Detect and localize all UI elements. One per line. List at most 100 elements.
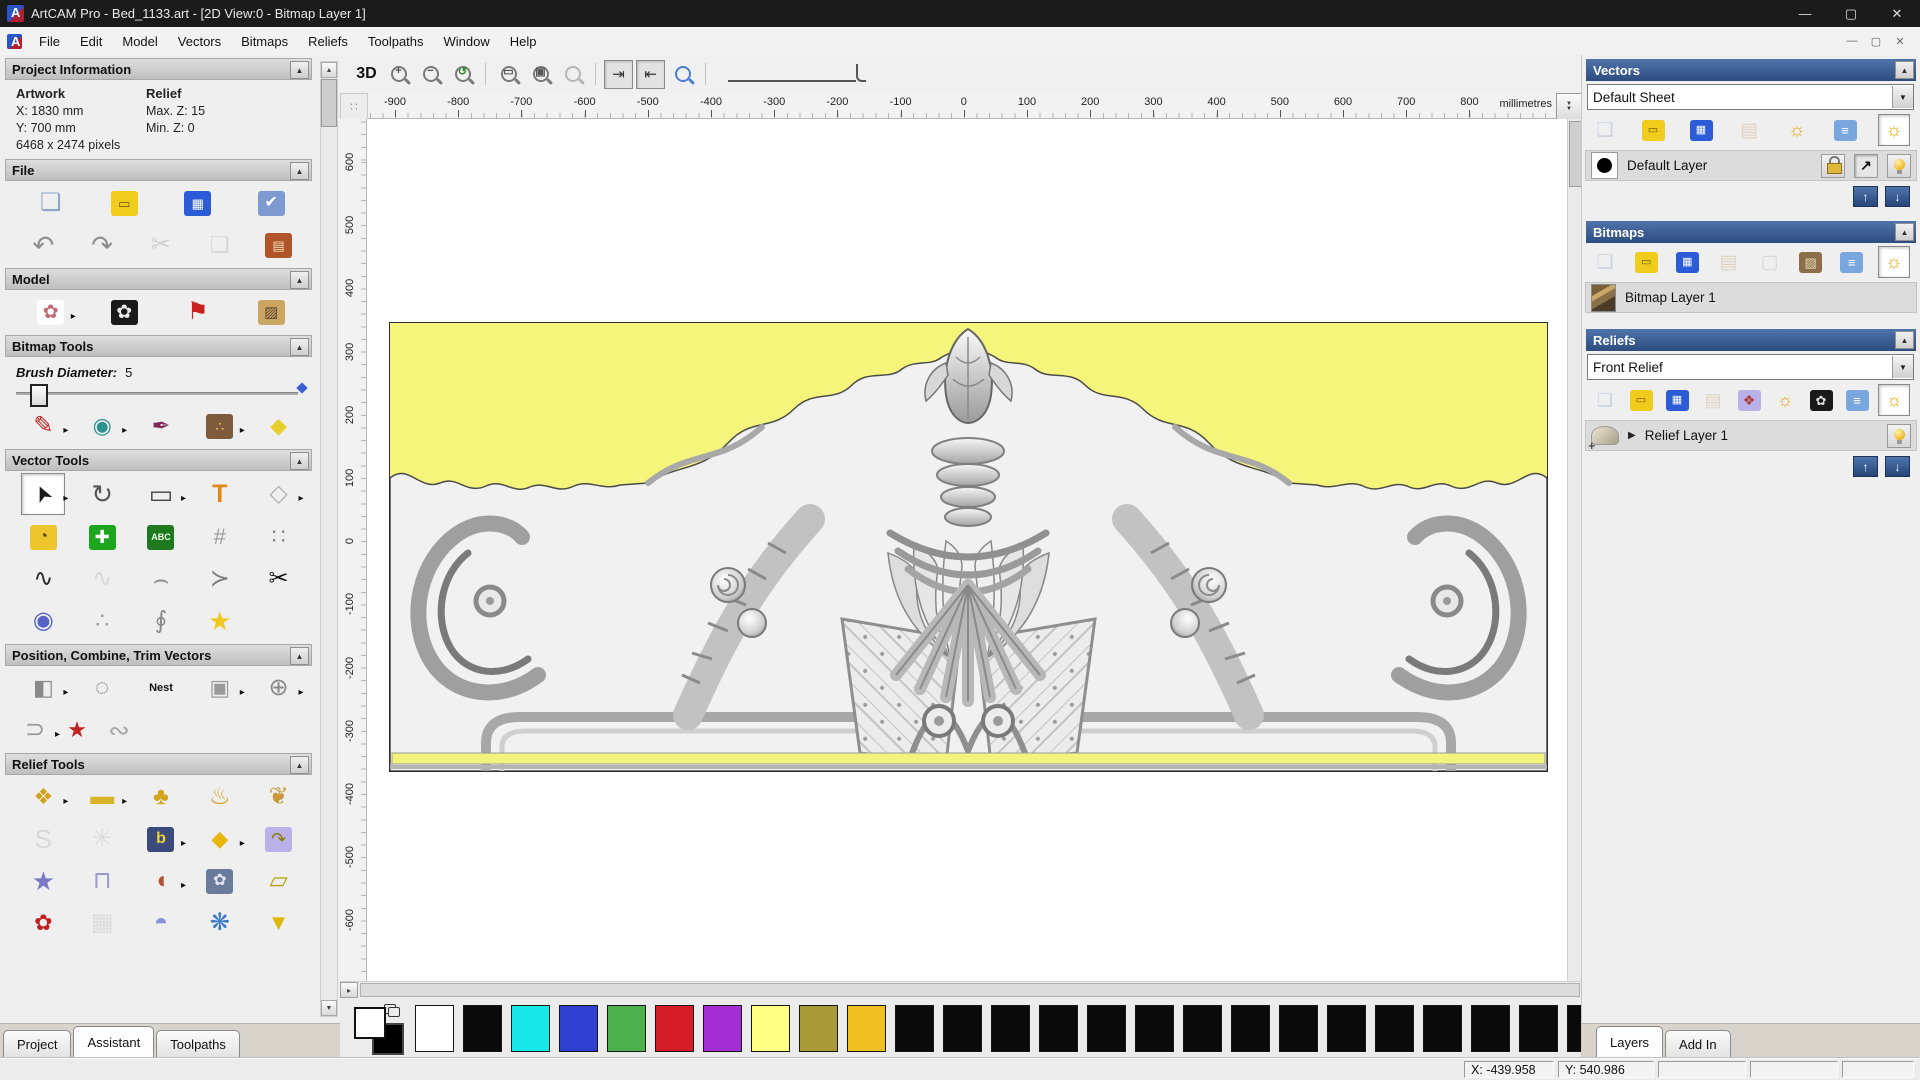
collapse-section-button[interactable] [290, 756, 309, 774]
open-model-icon[interactable]: ▭ [103, 183, 145, 223]
palette-swatch[interactable] [895, 1004, 934, 1052]
star-relief-icon[interactable]: ★ [22, 861, 64, 901]
wrap-vectors-icon[interactable]: # [199, 517, 241, 557]
menu-bitmaps[interactable]: Bitmaps [231, 27, 298, 55]
group-vectors-icon[interactable]: ▣ [199, 668, 241, 708]
layer-visibility-icon[interactable]: ☼ [1782, 115, 1812, 145]
palette-swatch[interactable] [1087, 1004, 1126, 1052]
create-polyline-icon[interactable]: ∿ [22, 559, 64, 599]
palette-swatch[interactable] [1471, 1004, 1510, 1052]
scrollbar-thumb[interactable] [360, 983, 1580, 997]
move-layer-down-icon[interactable] [1885, 186, 1910, 207]
palette-swatch[interactable] [847, 1004, 886, 1052]
mdi-close-icon[interactable] [1888, 31, 1912, 51]
join-vectors-icon[interactable]: ⊃ [14, 710, 56, 750]
toggle-3d-view-button[interactable]: 3D [352, 60, 381, 89]
menu-model[interactable]: Model [112, 27, 167, 55]
delete-layer-icon[interactable]: ≡ [1830, 115, 1860, 145]
menu-file[interactable]: File [29, 27, 70, 55]
collapse-section-button[interactable] [1895, 223, 1914, 241]
assistant-scrollbar[interactable] [320, 61, 338, 1017]
open-bitmap-layer-icon[interactable]: ▭ [1631, 247, 1661, 277]
palette-swatch[interactable] [1327, 1004, 1366, 1052]
relief-from-image-icon[interactable]: ✿ [30, 292, 72, 332]
move-layer-down-icon[interactable] [1885, 456, 1910, 477]
palette-swatch[interactable] [1039, 1004, 1078, 1052]
interlock-spiral-icon[interactable]: ∾ [98, 710, 140, 750]
tab-toolpaths[interactable]: Toolpaths [156, 1030, 240, 1058]
tab-assistant[interactable]: Assistant [73, 1026, 155, 1058]
close-button[interactable]: ✕ [1874, 0, 1920, 27]
zoom-object-icon[interactable] [558, 60, 587, 89]
chevron-down-icon[interactable] [1892, 356, 1913, 378]
collapse-section-button[interactable] [290, 647, 309, 665]
create-text-icon[interactable]: T [199, 474, 241, 514]
envelope-distort-icon[interactable]: ◇ [258, 474, 300, 514]
open-relief-layer-icon[interactable]: ▭ [1626, 385, 1656, 415]
palette-swatch[interactable] [559, 1004, 598, 1052]
scroll-up-icon[interactable] [321, 62, 337, 78]
drawing-canvas[interactable] [367, 119, 1567, 981]
arc-tool-icon[interactable]: ≻ [199, 559, 241, 599]
relief-library-icon[interactable]: b [140, 819, 182, 859]
maximize-button[interactable]: ▢ [1828, 0, 1874, 27]
tab-layers[interactable]: Layers [1596, 1026, 1664, 1058]
menu-help[interactable]: Help [500, 27, 547, 55]
toggle-bitmap-visibility-button[interactable]: ⇥ [604, 59, 633, 89]
vector-doctor-icon[interactable]: ★ [199, 601, 241, 641]
save-relief-layer-icon[interactable]: ▦ [1662, 385, 1692, 415]
palette-swatch[interactable] [1375, 1004, 1414, 1052]
render-lighting-icon[interactable]: ⚑ [177, 292, 219, 332]
measure-icon[interactable]: ◔ [22, 517, 64, 557]
paint-brush-icon[interactable]: ✎ [22, 406, 64, 446]
palette-swatch[interactable] [1519, 1004, 1558, 1052]
save-bitmap-layer-icon[interactable]: ▦ [1672, 247, 1702, 277]
greyscale-from-relief-icon[interactable]: ✿ [103, 292, 145, 332]
sculpt-relief-icon[interactable]: ❖ [22, 777, 64, 817]
brush-diameter-slider[interactable] [16, 382, 308, 407]
new-model-icon[interactable]: ❏ [30, 183, 72, 223]
tab-project[interactable]: Project [3, 1030, 72, 1058]
bitmap-layer-row[interactable]: Bitmap Layer 1 [1585, 282, 1917, 313]
vector-sheet-dropdown[interactable]: Default Sheet [1587, 84, 1914, 110]
vector-texture-icon[interactable]: ★ [56, 710, 98, 750]
redo-icon[interactable]: ↷ [81, 225, 123, 265]
stack-relief-icon[interactable]: ▱ [258, 861, 300, 901]
palette-swatch[interactable] [463, 1004, 502, 1052]
pick-colour-icon[interactable]: ✒ [140, 406, 182, 446]
text-on-curve-icon[interactable]: ◌ [81, 668, 123, 708]
move-layer-up-icon[interactable] [1853, 186, 1878, 207]
offset-relief-icon[interactable]: ◆ [199, 819, 241, 859]
collapse-section-button[interactable] [290, 162, 309, 180]
toggle-vector-visibility-button[interactable]: ⇤ [636, 59, 665, 89]
delete-bitmap-layer-icon[interactable]: ≡ [1837, 247, 1867, 277]
zoom-previous-icon[interactable]: ↺ [448, 60, 477, 89]
collapse-section-button[interactable] [290, 452, 309, 470]
open-vector-layer-icon[interactable]: ▭ [1638, 115, 1668, 145]
scroll-down-icon[interactable] [321, 1000, 337, 1016]
zoom-fit-icon[interactable]: ▣ [526, 60, 555, 89]
palette-swatch[interactable] [799, 1004, 838, 1052]
clear-bitmap-icon[interactable]: ▨ [250, 292, 292, 332]
collapse-section-button[interactable] [1895, 331, 1914, 349]
all-bitmaps-visibility-icon[interactable]: ☼ [1877, 246, 1910, 278]
dome-relief-icon[interactable]: ♨ [199, 777, 241, 817]
palette-swatch[interactable] [1423, 1004, 1462, 1052]
chevron-down-icon[interactable] [1892, 86, 1913, 108]
palette-swatch[interactable] [1279, 1004, 1318, 1052]
relief-side-dropdown[interactable]: Front Relief [1587, 354, 1914, 380]
weld-vectors-icon[interactable]: ⊕ [258, 668, 300, 708]
red-relief-icon[interactable]: ✿ [22, 903, 64, 943]
palette-swatch[interactable] [1231, 1004, 1270, 1052]
ruler-origin-icon[interactable] [340, 93, 368, 121]
add-relief-icon[interactable]: ♣ [140, 777, 182, 817]
delete-relief-layer-icon[interactable]: ≡ [1842, 385, 1872, 415]
palette-swatch[interactable] [1183, 1004, 1222, 1052]
menu-window[interactable]: Window [434, 27, 500, 55]
palette-swatch[interactable] [751, 1004, 790, 1052]
move-layer-up-icon[interactable] [1853, 456, 1878, 477]
collapse-section-button[interactable] [290, 338, 309, 356]
align-vectors-icon[interactable]: ◧ [22, 668, 64, 708]
canvas-vertical-scrollbar[interactable] [1567, 119, 1582, 981]
bitmap-preview-icon[interactable]: ▨ [1796, 247, 1826, 277]
